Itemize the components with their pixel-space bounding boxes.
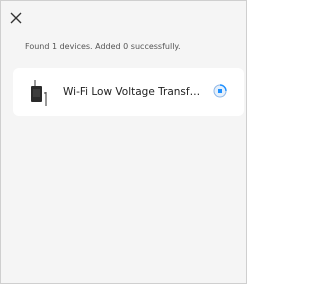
device-list-item[interactable]: Wi-Fi Low Voltage Transformer bbox=[13, 68, 244, 116]
add-device-result-screen: Found 1 devices. Added 0 successfully. W… bbox=[0, 0, 247, 284]
close-icon bbox=[10, 12, 22, 24]
close-button[interactable] bbox=[9, 11, 23, 25]
transformer-device-icon bbox=[30, 80, 50, 106]
status-message: Found 1 devices. Added 0 successfully. bbox=[25, 42, 181, 51]
device-name: Wi-Fi Low Voltage Transformer bbox=[63, 86, 201, 98]
adding-progress-icon bbox=[213, 84, 227, 98]
